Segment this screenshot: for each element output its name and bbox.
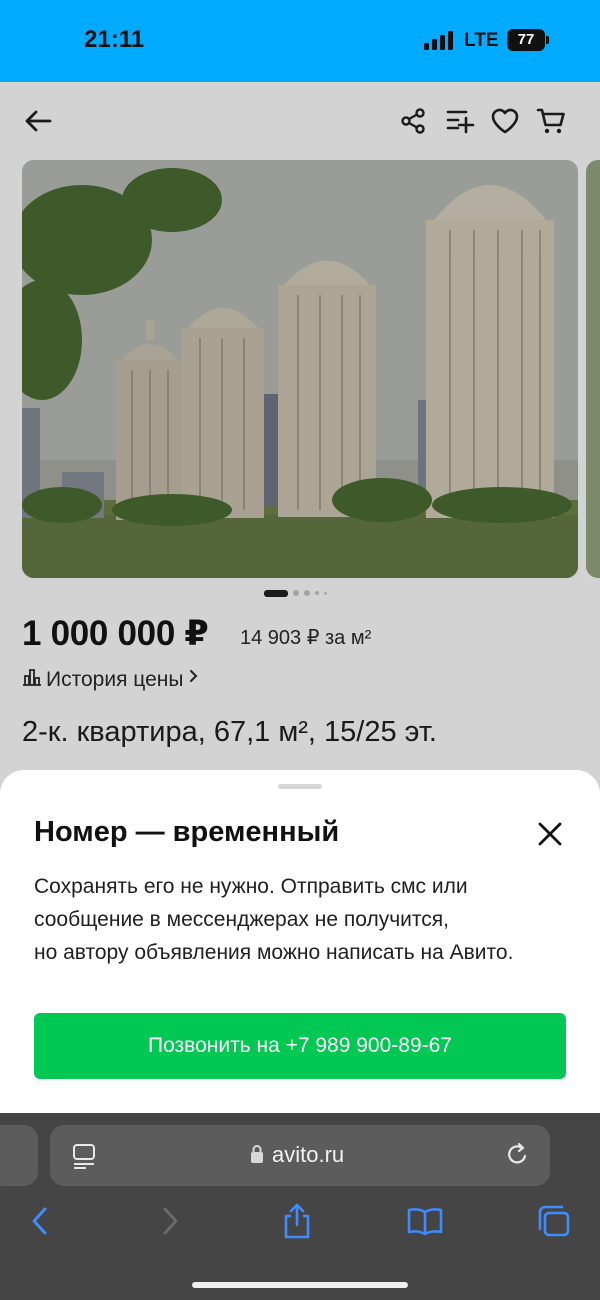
temporary-number-sheet: Номер — временный Сохранять его не нужно…: [0, 770, 600, 1113]
battery-icon: 77: [507, 29, 545, 51]
previous-tab-preview[interactable]: [0, 1125, 38, 1186]
address-bar[interactable]: avito.ru: [50, 1125, 550, 1186]
sheet-description-line: сообщение в мессенджерах не получится,: [34, 908, 449, 931]
heart-icon[interactable]: [487, 103, 523, 139]
browser-chrome: avito.ru: [0, 1113, 600, 1300]
sheet-description-line: Сохранять его не нужно. Отправить смс ил…: [34, 875, 468, 898]
sheet-grabber[interactable]: [278, 784, 322, 789]
tabs-icon[interactable]: [529, 1201, 577, 1241]
cart-icon[interactable]: [533, 103, 569, 139]
share-icon[interactable]: [273, 1201, 321, 1241]
close-icon[interactable]: [530, 814, 570, 854]
price-history-link[interactable]: История цены: [22, 668, 199, 692]
listing-title: 2-к. квартира, 67,1 м², 15/25 эт.: [22, 716, 437, 748]
price-per-meter: 14 903 ₽ за м²: [240, 627, 372, 649]
call-button[interactable]: Позвонить на +7 989 900-89-67: [34, 1013, 566, 1079]
listing-price: 1 000 000 ₽: [22, 614, 209, 653]
share-icon[interactable]: [395, 103, 431, 139]
forward-icon[interactable]: [146, 1201, 194, 1241]
gallery-dot: [293, 590, 299, 596]
chevron-right-icon: [189, 665, 199, 689]
gallery-dot: [315, 591, 319, 595]
next-photo-preview[interactable]: [586, 160, 600, 578]
signal-icon: [424, 30, 454, 50]
address-url: avito.ru: [272, 1142, 345, 1167]
sheet-description-line: но автору объявления можно написать на А…: [34, 941, 514, 964]
price-history-label: История цены: [46, 668, 184, 691]
battery-tip: [546, 36, 549, 44]
back-icon[interactable]: [16, 1201, 64, 1241]
gallery-dot: [304, 590, 310, 596]
gallery-dot: [324, 591, 327, 595]
sheet-title: Номер — временный: [34, 816, 340, 848]
listing-photo[interactable]: [22, 160, 578, 578]
chart-icon: [22, 668, 42, 692]
status-time: 21:11: [84, 26, 145, 53]
gallery-dot-active: [264, 589, 288, 597]
page-menu-icon[interactable]: [72, 1143, 96, 1174]
status-bar: 21:11 LTE 77: [0, 0, 600, 82]
gallery-dots: [264, 589, 327, 597]
reload-icon[interactable]: [506, 1142, 530, 1173]
bookmarks-icon[interactable]: [401, 1201, 449, 1241]
back-arrow-icon[interactable]: [20, 103, 56, 139]
lock-icon: [250, 1144, 264, 1169]
home-indicator: [192, 1282, 408, 1288]
sheet-description: Сохранять его не нужно. Отправить смс ил…: [34, 870, 574, 969]
compare-icon[interactable]: [443, 103, 479, 139]
network-label: LTE: [464, 30, 499, 51]
